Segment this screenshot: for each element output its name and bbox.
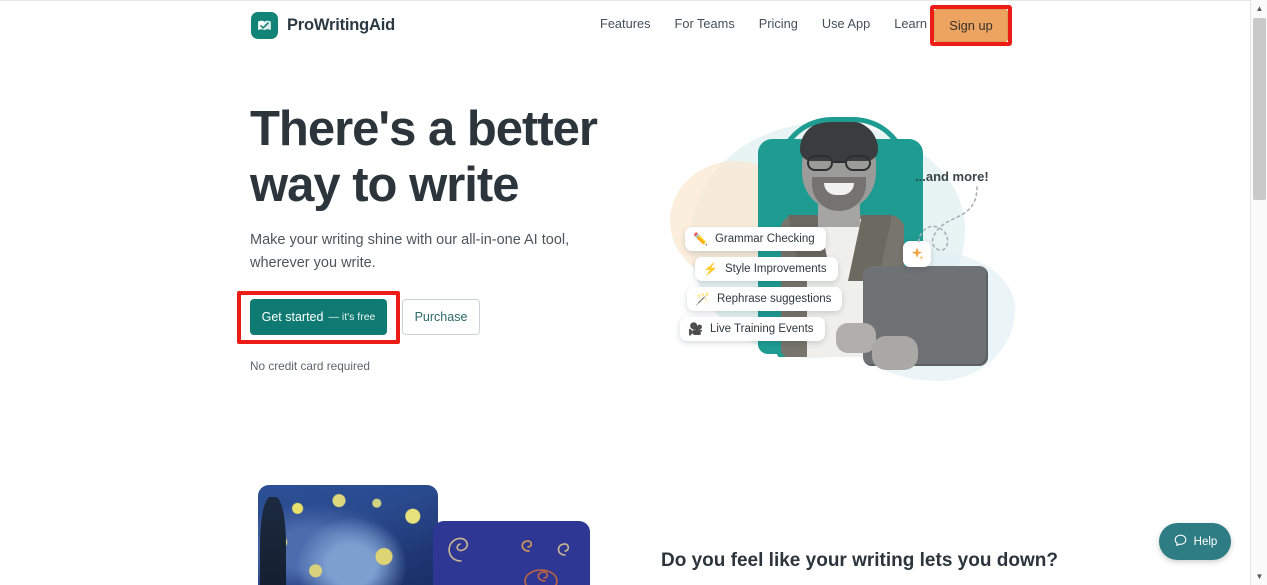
hero-title-line-2: way to write bbox=[250, 158, 519, 212]
cypress-tree-shape bbox=[260, 497, 286, 585]
feature-badge-label: Grammar Checking bbox=[714, 233, 815, 245]
vertical-scrollbar[interactable]: ▲ ▼ bbox=[1250, 0, 1267, 585]
signup-button[interactable]: Sign up bbox=[934, 9, 1008, 42]
site-header: ProWritingAid Features For Teams Pricing… bbox=[0, 1, 1250, 50]
pencil-icon: ✏️ bbox=[693, 232, 708, 246]
no-credit-card-note: No credit card required bbox=[250, 359, 370, 373]
help-widget-label: Help bbox=[1193, 535, 1218, 548]
feature-badge-training: 🎥 Live Training Events bbox=[680, 317, 825, 341]
feature-badge-label: Rephrase suggestions bbox=[716, 293, 832, 305]
feature-badge-style: ⚡ Style Improvements bbox=[695, 257, 838, 281]
page-title: There's a better way to write bbox=[250, 101, 610, 213]
video-camera-icon: 🎥 bbox=[688, 322, 703, 336]
scroll-down-arrow-icon[interactable]: ▼ bbox=[1251, 568, 1267, 585]
signup-highlight-box: Sign up bbox=[930, 5, 1012, 46]
person-hand-right bbox=[872, 336, 918, 370]
get-started-label: Get started bbox=[261, 310, 324, 324]
nav-item-pricing[interactable]: Pricing bbox=[759, 16, 798, 31]
main-nav: Features For Teams Pricing Use App Learn… bbox=[600, 16, 986, 31]
hero-illustration: ✏️ Grammar Checking ⚡ Style Improvements… bbox=[650, 101, 1020, 381]
lightning-icon: ⚡ bbox=[703, 262, 718, 276]
hero-title-line-1: There's a better bbox=[250, 102, 598, 156]
scroll-up-arrow-icon[interactable]: ▲ bbox=[1251, 0, 1267, 17]
and-more-label: ...and more! bbox=[915, 169, 989, 184]
section-question: Do you feel like your writing lets you d… bbox=[661, 550, 1058, 571]
brand-logo[interactable]: ProWritingAid bbox=[251, 12, 395, 39]
get-started-button[interactable]: Get started — it's free bbox=[250, 299, 387, 335]
blue-doodle-card bbox=[433, 521, 590, 585]
nav-item-use-app[interactable]: Use App bbox=[822, 16, 870, 31]
dotted-arrow-icon bbox=[918, 186, 978, 251]
purchase-button[interactable]: Purchase bbox=[402, 299, 480, 335]
nav-item-learn[interactable]: Learn bbox=[894, 16, 927, 31]
get-started-free-note: — it's free bbox=[328, 311, 376, 323]
feature-badge-label: Live Training Events bbox=[709, 323, 814, 335]
feature-badge-grammar: ✏️ Grammar Checking bbox=[685, 227, 826, 251]
page-root: ProWritingAid Features For Teams Pricing… bbox=[0, 0, 1250, 585]
scrollbar-thumb[interactable] bbox=[1253, 18, 1266, 200]
book-check-icon bbox=[251, 12, 278, 39]
person-hand-left bbox=[836, 323, 876, 353]
brand-name: ProWritingAid bbox=[287, 16, 396, 34]
hero-subtitle: Make your writing shine with our all-in-… bbox=[250, 232, 570, 271]
nav-item-for-teams[interactable]: For Teams bbox=[675, 16, 735, 31]
starry-night-card bbox=[258, 485, 438, 585]
magic-wand-icon: 🪄 bbox=[695, 292, 710, 306]
speech-bubble-icon bbox=[1173, 533, 1188, 551]
help-widget-button[interactable]: Help bbox=[1159, 523, 1231, 560]
nav-item-features[interactable]: Features bbox=[600, 16, 651, 31]
feature-badge-label: Style Improvements bbox=[724, 263, 827, 275]
feature-badge-rephrase: 🪄 Rephrase suggestions bbox=[687, 287, 843, 311]
